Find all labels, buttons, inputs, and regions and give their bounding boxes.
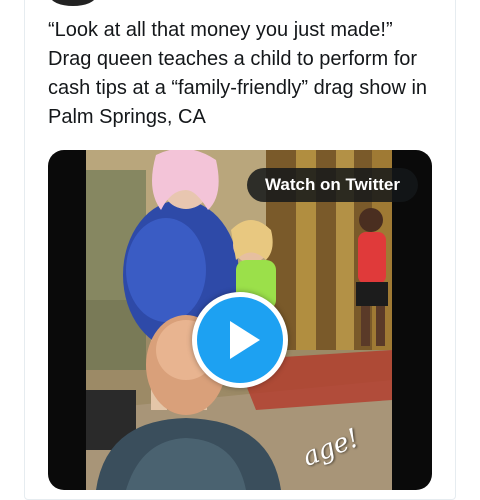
watch-on-twitter-button[interactable]: Watch on Twitter xyxy=(246,168,418,202)
play-button[interactable] xyxy=(192,292,288,388)
video-player[interactable]: Watch on Twitter age! xyxy=(48,150,432,490)
tweet-text: “Look at all that money you just made!” … xyxy=(48,19,428,128)
play-icon xyxy=(230,321,260,359)
